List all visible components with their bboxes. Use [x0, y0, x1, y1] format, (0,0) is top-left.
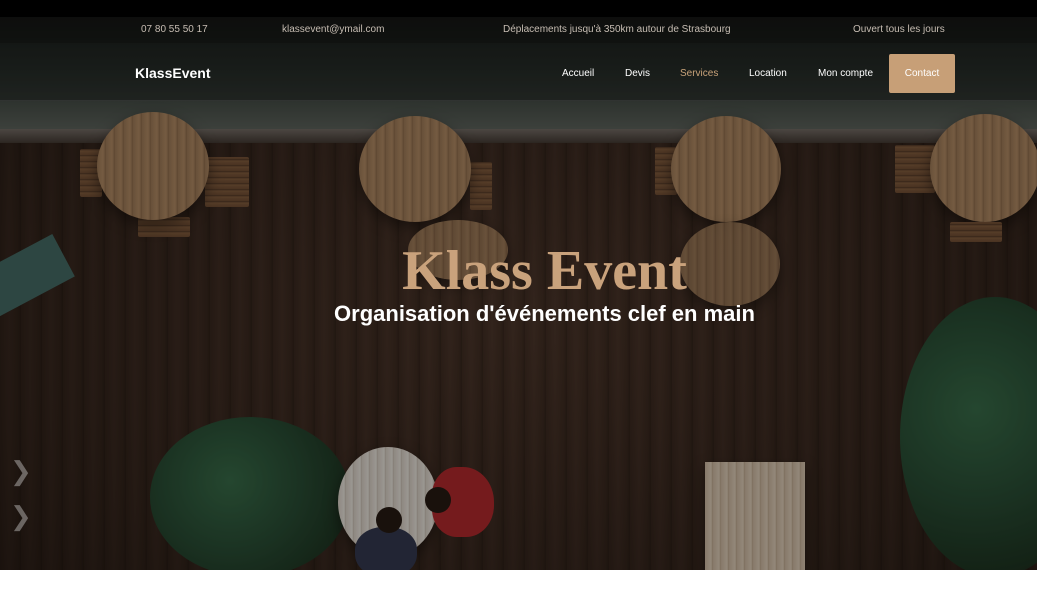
nav-item-services[interactable]: Services: [680, 68, 718, 79]
hero-section: ❯ ❯ 07 80 55 50 17 klassevent@ymail.com …: [0, 17, 1037, 570]
contact-button[interactable]: Contact: [889, 54, 955, 93]
nav-item-accueil[interactable]: Accueil: [562, 68, 594, 79]
browser-top-strip: [0, 0, 1037, 17]
hero-title: Klass Event: [402, 240, 687, 302]
chevron-right-icon[interactable]: ❯: [10, 502, 32, 532]
phone-number[interactable]: 07 80 55 50 17: [141, 24, 208, 35]
nav-item-location[interactable]: Location: [749, 68, 787, 79]
service-area: Déplacements jusqu'à 350km autour de Str…: [503, 24, 731, 35]
brand-logo[interactable]: KlassEvent: [135, 65, 210, 81]
hero-subtitle: Organisation d'événements clef en main: [334, 301, 755, 326]
opening-hours: Ouvert tous les jours: [853, 24, 945, 35]
chevron-right-icon[interactable]: ❯: [10, 457, 32, 487]
email-address[interactable]: klassevent@ymail.com: [282, 24, 384, 35]
nav-item-devis[interactable]: Devis: [625, 68, 650, 79]
info-bar: 07 80 55 50 17 klassevent@ymail.com Dépl…: [0, 17, 1037, 43]
nav-item-mon-compte[interactable]: Mon compte: [818, 68, 873, 79]
content-area: [0, 570, 1037, 602]
main-navigation: KlassEvent Accueil Devis Services Locati…: [0, 43, 1037, 101]
